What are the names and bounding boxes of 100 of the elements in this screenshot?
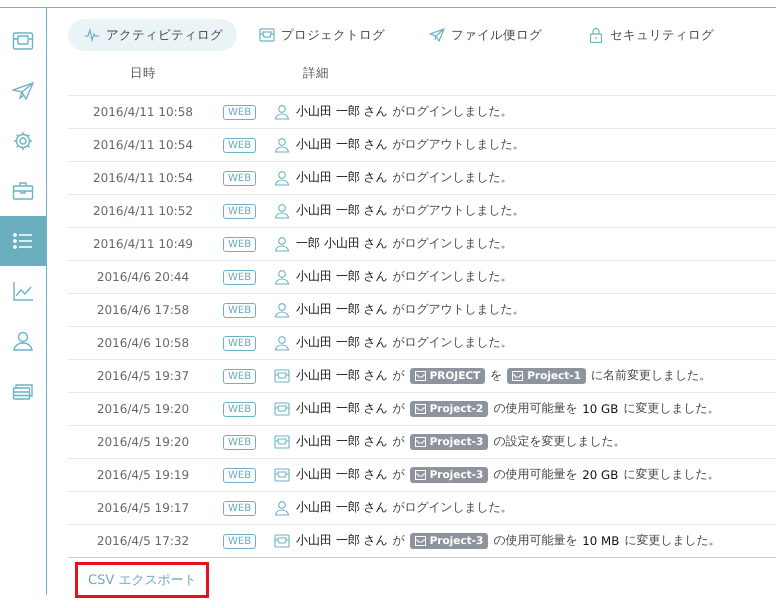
message-text: 小山田 一郎 さん bbox=[296, 335, 388, 351]
settings-icon bbox=[12, 130, 34, 152]
tray-icon bbox=[414, 437, 426, 447]
date-cell-text: 2016/4/6 20:44 bbox=[96, 270, 190, 284]
message-text: がログインしました。 bbox=[392, 170, 513, 186]
tray-icon bbox=[414, 470, 426, 480]
message-text: 小山田 一郎 さん bbox=[296, 302, 388, 318]
lock-icon bbox=[588, 27, 604, 43]
sidebar-item[interactable] bbox=[0, 216, 46, 266]
message-text: 小山田 一郎 さん bbox=[296, 401, 388, 417]
message-text: がログインしました。 bbox=[392, 236, 513, 252]
project-tag: Project-3 bbox=[410, 434, 488, 450]
user-icon bbox=[274, 170, 290, 186]
project-tag: Project-1 bbox=[507, 368, 586, 384]
message-text: の使用可能量を bbox=[493, 401, 578, 417]
message-text: を bbox=[490, 368, 502, 384]
tray-icon bbox=[414, 371, 426, 381]
tray-icon bbox=[274, 401, 290, 417]
user-icon bbox=[274, 269, 290, 285]
message-text: がログインしました。 bbox=[392, 104, 513, 120]
message-text: 10 GB bbox=[582, 402, 618, 416]
source-tag: WEB bbox=[223, 270, 256, 284]
source-tag: WEB bbox=[223, 434, 256, 450]
message-text: 小山田 一郎 さん bbox=[296, 533, 388, 549]
tab[interactable]: プロジェクトログ bbox=[243, 19, 399, 51]
user-icon bbox=[12, 330, 34, 352]
message-text: 小山田 一郎 さん bbox=[296, 269, 388, 285]
date-cell-text: 2016/4/5 19:20 bbox=[96, 402, 190, 416]
message-text: 小山田 一郎 さん bbox=[296, 368, 388, 384]
paper-plane-icon bbox=[429, 27, 445, 43]
date-cell-text: 2016/4/11 10:52 bbox=[92, 204, 194, 218]
source-tag: WEB bbox=[223, 170, 256, 186]
tab[interactable]: セキュリティログ bbox=[572, 19, 728, 51]
column-header: 詳細 bbox=[303, 64, 329, 82]
date-cell-text: 2016/4/11 10:49 bbox=[92, 237, 194, 251]
project-tag: PROJECT bbox=[410, 368, 486, 384]
message-text: がログインしました。 bbox=[392, 335, 513, 351]
date-cell-text: 2016/4/5 19:19 bbox=[96, 468, 190, 482]
date-cell-text: 2016/4/5 19:37 bbox=[96, 369, 190, 383]
date-cell-text: 2016/4/11 10:54 bbox=[92, 138, 194, 152]
message-text: 小山田 一郎 さん bbox=[296, 170, 388, 186]
date-cell-text: 2016/4/5 17:32 bbox=[96, 534, 190, 548]
tray-icon bbox=[274, 467, 290, 483]
paper-plane-icon bbox=[12, 80, 34, 102]
message-text: がログインしました。 bbox=[392, 269, 513, 285]
tray-icon bbox=[512, 371, 524, 381]
tray-icon bbox=[274, 533, 290, 549]
message-text: が bbox=[392, 434, 405, 450]
message-text: に変更しました。 bbox=[623, 401, 720, 417]
source-tag: WEB bbox=[223, 236, 256, 252]
message-text: 小山田 一郎 さん bbox=[296, 104, 388, 120]
message-text: 小山田 一郎 さん bbox=[296, 434, 388, 450]
user-icon bbox=[274, 236, 290, 252]
message-text: 小山田 一郎 さん bbox=[296, 137, 388, 153]
pulse-icon bbox=[84, 27, 100, 43]
message-text: 小山田 一郎 さん bbox=[296, 467, 388, 483]
source-tag: WEB bbox=[223, 204, 256, 218]
user-icon bbox=[274, 500, 290, 516]
user-icon bbox=[274, 335, 290, 351]
message-text: が bbox=[392, 533, 405, 549]
tray-icon bbox=[274, 434, 290, 450]
date-cell-text: 2016/4/6 17:58 bbox=[96, 303, 190, 317]
date-cell-text: 2016/4/5 19:20 bbox=[96, 435, 190, 449]
briefcase-icon bbox=[12, 180, 34, 202]
message-text: 一郎 小山田 さん bbox=[296, 236, 388, 252]
project-tag: Project-2 bbox=[410, 401, 488, 417]
message-text: が bbox=[392, 401, 405, 417]
message-text: 10 MB bbox=[582, 534, 620, 548]
line-chart-icon bbox=[12, 280, 34, 302]
tray-icon bbox=[414, 404, 426, 414]
source-tag: WEB bbox=[223, 336, 256, 350]
message-text: がログアウトしました。 bbox=[392, 203, 525, 219]
message-text: に名前変更しました。 bbox=[590, 368, 711, 384]
message-text: に変更しました。 bbox=[624, 533, 720, 549]
tray-icon bbox=[12, 30, 34, 52]
source-tag: WEB bbox=[223, 368, 256, 384]
message-text: がログアウトしました。 bbox=[392, 137, 525, 153]
source-tag: WEB bbox=[223, 534, 256, 548]
message-text: が bbox=[392, 467, 405, 483]
message-text: がログアウトしました。 bbox=[392, 302, 525, 318]
column-header: 日時 bbox=[129, 64, 157, 82]
source-tag: WEB bbox=[223, 402, 256, 416]
user-icon bbox=[274, 104, 290, 120]
message-text: の使用可能量を bbox=[493, 467, 578, 483]
source-tag: WEB bbox=[223, 302, 256, 318]
source-tag: WEB bbox=[223, 138, 256, 152]
source-tag: WEB bbox=[223, 468, 256, 482]
tab[interactable]: ファイル便ログ bbox=[413, 19, 556, 51]
message-text: の使用可能量を bbox=[493, 533, 578, 549]
tab[interactable]: アクティビティログ bbox=[68, 19, 237, 51]
date-cell-text: 2016/4/6 10:58 bbox=[96, 336, 190, 350]
project-tag: Project-3 bbox=[410, 467, 488, 483]
date-cell-text: 2016/4/11 10:58 bbox=[92, 105, 194, 119]
list-icon bbox=[12, 230, 34, 252]
message-text: 小山田 一郎 さん bbox=[296, 500, 388, 516]
date-cell-text: 2016/4/5 19:17 bbox=[96, 501, 190, 515]
source-tag: WEB bbox=[223, 104, 256, 120]
user-icon bbox=[274, 302, 290, 318]
message-text: に変更しました。 bbox=[623, 467, 720, 483]
source-tag: WEB bbox=[223, 500, 256, 516]
